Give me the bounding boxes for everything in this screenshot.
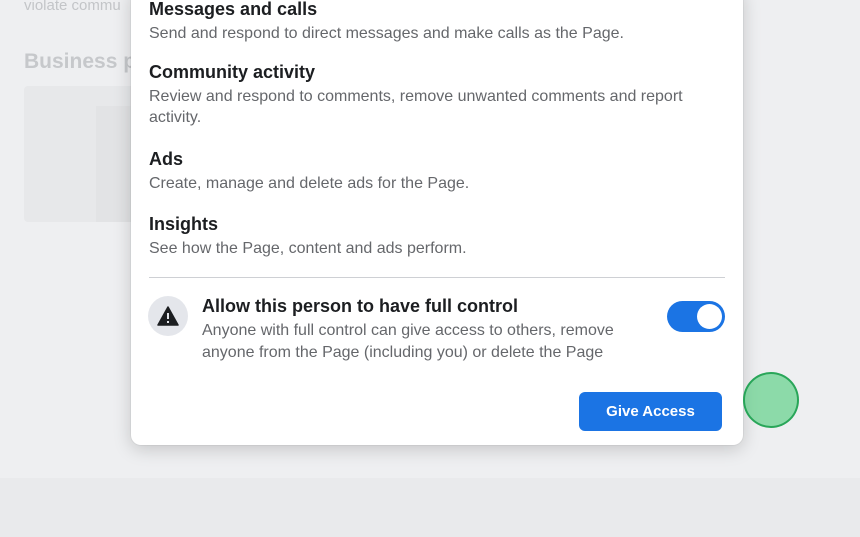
toggle-knob (697, 304, 722, 329)
permission-title: Community activity (149, 62, 316, 82)
background-card (24, 86, 136, 222)
permission-description: See how the Page, content and ads perfor… (149, 240, 467, 257)
permission-title: Messages and calls (149, 0, 318, 19)
permission-description: Create, manage and delete ads for the Pa… (149, 175, 470, 192)
full-control-description: Anyone with full control can give access… (202, 322, 614, 361)
permission-title: Insights (149, 214, 219, 234)
divider (149, 277, 725, 278)
background-heading: Business p (24, 50, 137, 73)
permission-messages-and-calls: Messages and calls Send and respond to d… (149, 0, 734, 44)
background-text: violate commu (24, 0, 121, 14)
permission-description: Review and respond to comments, remove u… (149, 88, 683, 126)
background-lower-area (0, 478, 860, 537)
warning-icon (148, 296, 188, 336)
permission-title: Ads (149, 149, 184, 169)
give-access-dialog: Messages and calls Send and respond to d… (131, 0, 799, 445)
permission-community-activity: Community activity Review and respond to… (149, 61, 734, 128)
permission-ads: Ads Create, manage and delete ads for th… (149, 148, 734, 194)
full-control-toggle[interactable] (667, 301, 725, 332)
permission-insights: Insights See how the Page, content and a… (149, 213, 734, 259)
give-access-button[interactable]: Give Access (579, 392, 722, 431)
click-indicator (743, 372, 799, 428)
full-control-title: Allow this person to have full control (202, 296, 519, 316)
permission-description: Send and respond to direct messages and … (149, 25, 624, 42)
